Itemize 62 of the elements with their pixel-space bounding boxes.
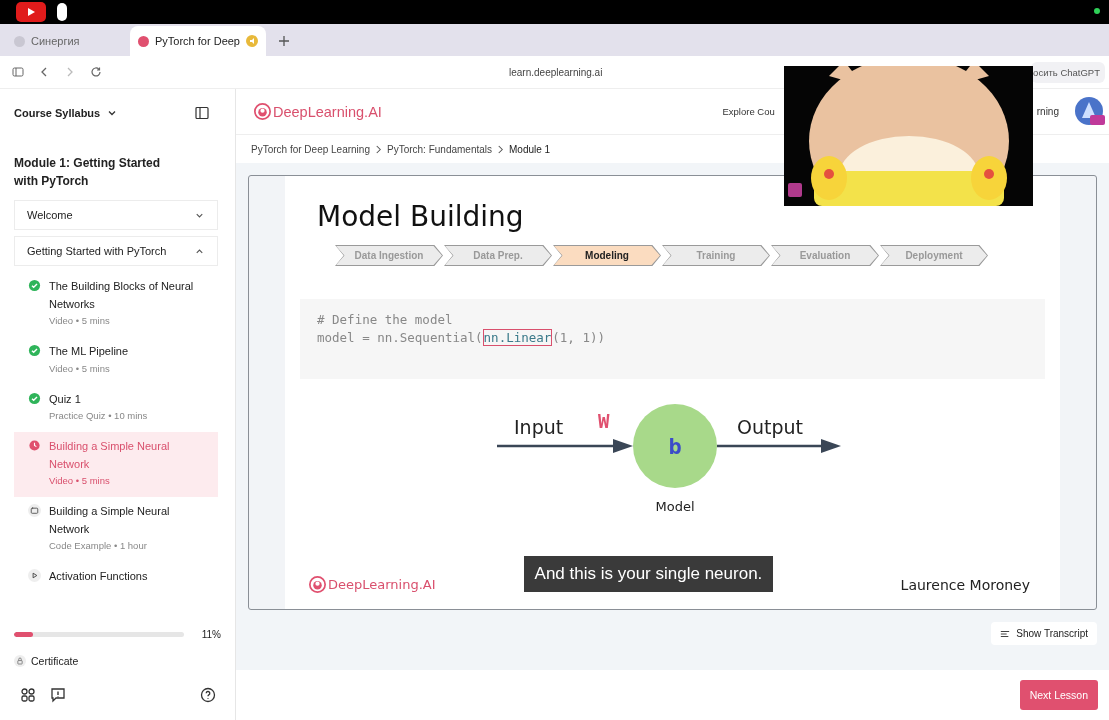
breadcrumb-link[interactable]: Module 1 [509, 143, 551, 155]
pipeline-step: Deployment [880, 245, 988, 266]
pipeline-step: Training [662, 245, 770, 266]
new-tab-icon[interactable] [278, 35, 290, 47]
caption: And this is your single neuron. [523, 555, 774, 592]
presenter-name: Laurence Moroney [900, 576, 1030, 593]
progress-percent: 11% [201, 629, 221, 641]
check-circle-icon [28, 344, 41, 358]
reload-icon[interactable] [90, 66, 102, 78]
bias-label: b [668, 434, 682, 459]
video-play-icon[interactable] [16, 2, 46, 22]
address-field[interactable]: learn.deeplearning.ai [509, 66, 603, 78]
status-dot-icon [1094, 8, 1100, 14]
video-player[interactable] [248, 175, 1097, 610]
chevron-right-icon [497, 144, 505, 154]
lesson-item[interactable]: Building a Simple Neural Network Video • 5 mins [14, 432, 218, 498]
panel-icon[interactable] [195, 105, 209, 120]
help-icon[interactable] [200, 687, 216, 704]
pipeline-step: Data Prep. [444, 245, 552, 266]
sidebar-toggle-icon[interactable] [12, 66, 24, 78]
lock-icon [14, 654, 26, 667]
syllabus-dropdown[interactable]: Course Syllabus [14, 106, 101, 119]
lesson-item[interactable]: The Building Blocks of Neural Networks Video • 5 mins [14, 272, 218, 338]
lesson-item[interactable]: Building a Simple Neural Network Code Example • 1 hour [14, 497, 218, 563]
section-header[interactable]: Welcome [14, 200, 218, 231]
chevron-right-icon [374, 144, 382, 154]
input-label: Input [514, 416, 564, 438]
avatar-icon[interactable] [1073, 95, 1105, 128]
module-title: Module 1: Getting Started with PyTorch [14, 155, 161, 191]
apps-icon[interactable] [20, 687, 36, 704]
output-label: Output [737, 416, 803, 438]
feedback-icon[interactable] [50, 687, 66, 704]
lesson-item[interactable]: Activation Functions [14, 562, 218, 594]
nav-link[interactable]: rning [1036, 106, 1059, 117]
check-circle-icon [28, 392, 41, 405]
breadcrumb-link[interactable]: PyTorch: Fundamentals [386, 143, 493, 155]
nav-link[interactable]: Explore Cou [722, 106, 775, 117]
pill-icon [56, 2, 68, 22]
deeplearning-logo[interactable]: DeepLearning.AI [254, 103, 382, 120]
clock-icon [28, 439, 41, 453]
slide-title: Model Building [317, 200, 525, 233]
pipeline-step: Evaluation [771, 245, 879, 266]
lines-icon [1000, 628, 1011, 639]
extension-button[interactable]: осить ChatGPT [1031, 61, 1105, 83]
show-transcript-button[interactable]: Show Transcript [991, 622, 1097, 645]
check-circle-icon [28, 279, 41, 293]
deeplearning-logo: DeepLearning.AI [309, 576, 436, 593]
certificate-label[interactable]: Certificate [31, 654, 79, 667]
weight-label: W [598, 410, 610, 432]
lesson-item[interactable]: Quiz 1 Practice Quiz • 10 mins [14, 385, 218, 433]
lesson-item[interactable]: The ML Pipeline Video • 5 mins [14, 337, 218, 385]
model-label: Model [655, 499, 695, 514]
browser-tab[interactable]: Синергия [6, 26, 128, 56]
play-icon [28, 569, 41, 583]
section-header[interactable]: Getting Started with PyTorch [14, 236, 218, 267]
code-block: # Define the model model = nn.Sequential(nn.Linear(1, 1)) [300, 299, 1045, 379]
code-icon [28, 504, 41, 518]
next-lesson-button[interactable]: Next Lesson [1019, 680, 1098, 710]
pipeline-step: Data Ingestion [335, 245, 443, 266]
breadcrumb-link[interactable]: PyTorch for Deep Learning [251, 143, 370, 155]
pipeline-step: Modeling [553, 245, 661, 266]
browser-tab[interactable]: PyTorch for Deep [130, 26, 266, 56]
